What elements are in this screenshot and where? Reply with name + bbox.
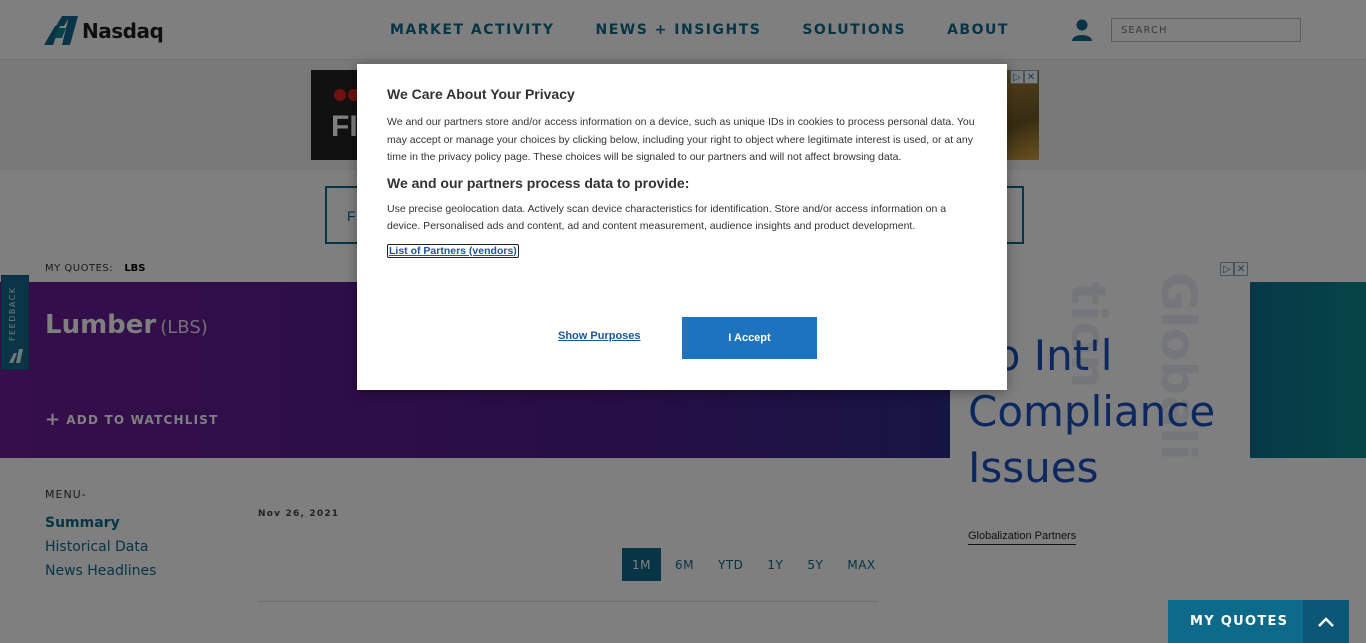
dialog-subtitle: We and our partners process data to prov… [387,174,690,191]
chevron-up-icon-glyph [1318,616,1334,627]
dialog-title: We Care About Your Privacy [387,86,575,102]
dialog-body: We and our partners store and/or access … [387,116,975,163]
dialog-actions: Show Purposes I Accept [357,317,1007,359]
dialog-purposes: Use precise geolocation data. Actively s… [387,202,947,233]
my-quotes-bar[interactable]: MY QUOTES [1168,600,1349,643]
accept-button[interactable]: I Accept [682,317,817,359]
show-purposes-button[interactable]: Show Purposes [558,330,641,342]
chevron-up-icon[interactable] [1303,600,1349,643]
partners-vendors-link[interactable]: List of Partners (vendors) [387,243,519,258]
my-quotes-bar-label: MY QUOTES [1190,614,1289,629]
privacy-consent-dialog: We Care About Your Privacy We and our pa… [357,64,1007,390]
